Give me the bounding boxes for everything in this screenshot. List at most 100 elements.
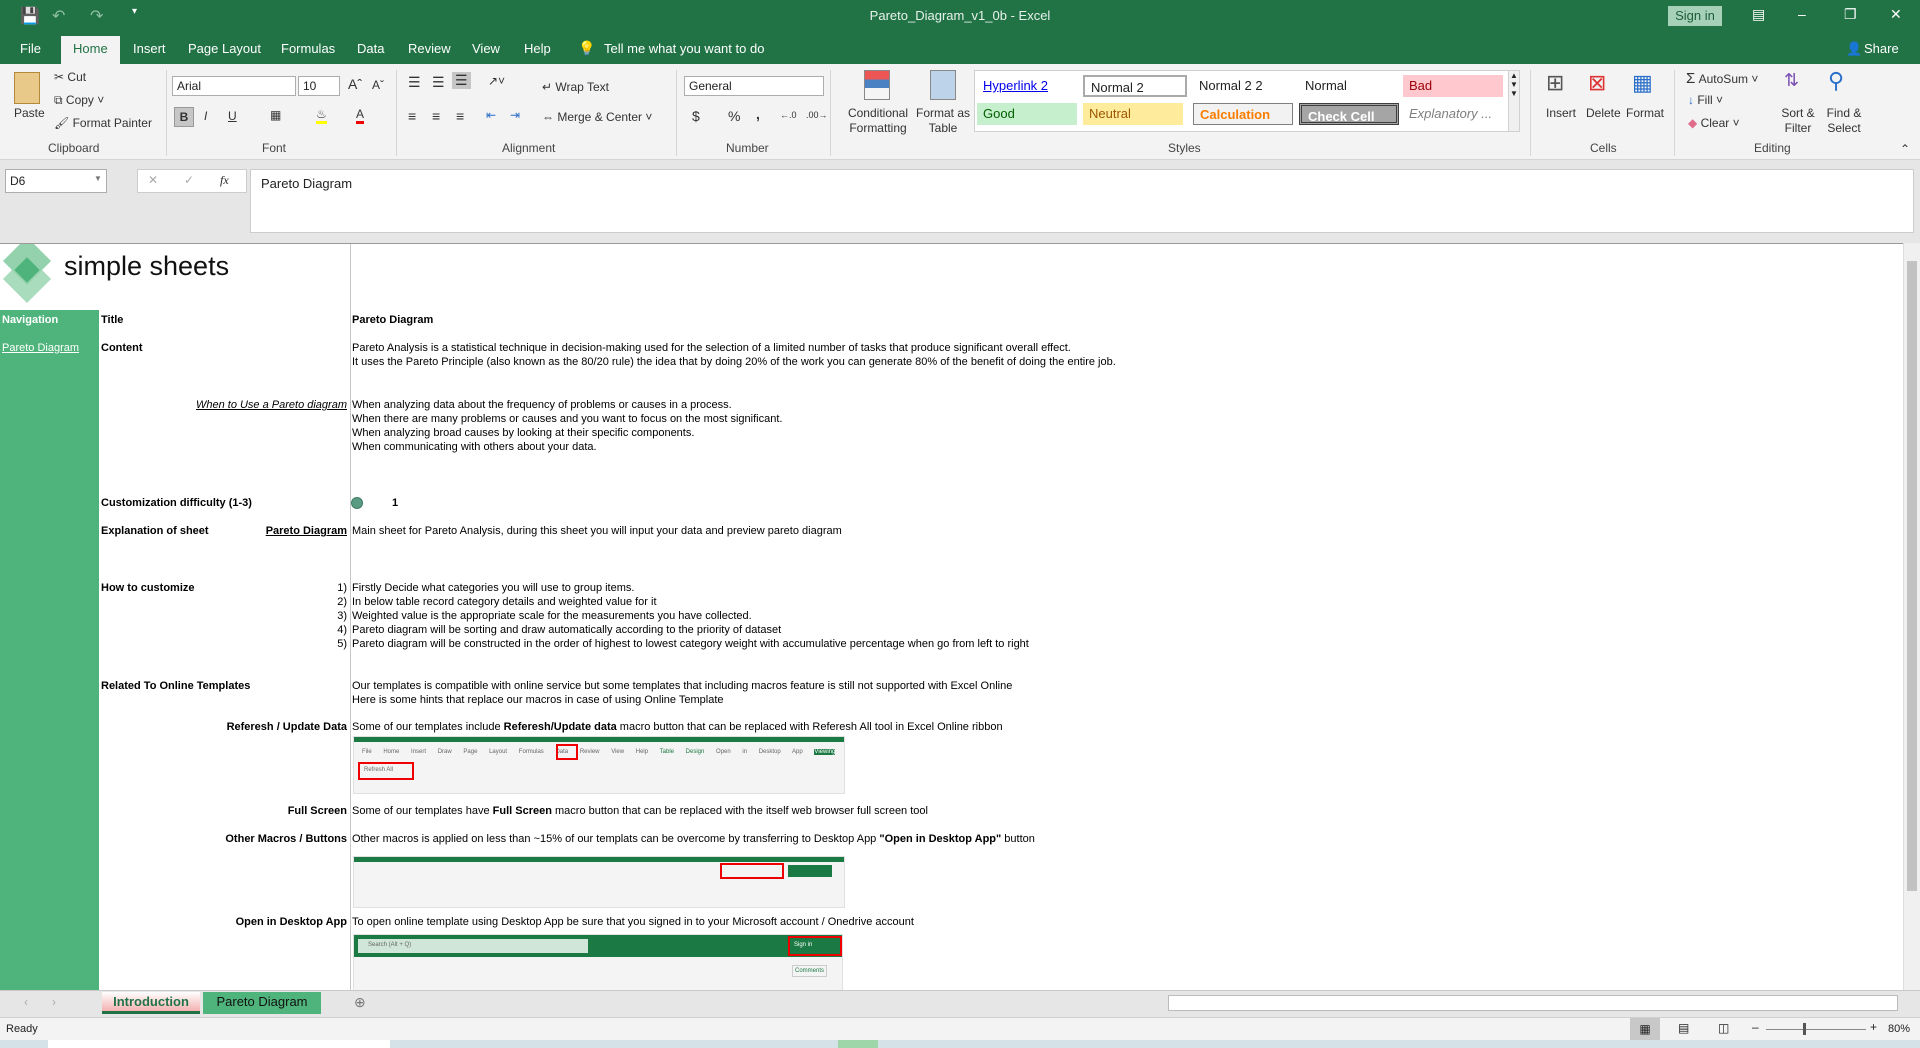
copy-button[interactable]: ⧉ Copy ˅ (54, 93, 104, 108)
currency-button[interactable]: $ (692, 108, 700, 124)
bottom-align-icon[interactable]: ☰ (452, 72, 471, 89)
style-check-cell[interactable]: Check Cell (1299, 103, 1399, 125)
other-macros-text: Other macros is applied on less than ~15… (352, 833, 1035, 845)
zoom-slider-thumb[interactable] (1803, 1023, 1806, 1035)
merge-center-button[interactable]: ⇔ Merge & Center ˅ (542, 110, 652, 124)
comma-button[interactable]: , (756, 106, 760, 122)
prev-sheet-icon[interactable]: ‹ (24, 995, 28, 1009)
style-normal-2-2[interactable]: Normal 2 2 (1193, 75, 1293, 97)
italic-button[interactable]: I (204, 109, 207, 123)
page-break-view-icon[interactable]: ◫ (1718, 1021, 1729, 1035)
font-color-icon[interactable]: A (356, 107, 365, 124)
sheet-tab-introduction[interactable]: Introduction (102, 992, 200, 1014)
tab-data[interactable]: Data (347, 36, 394, 64)
mini-tab: Insert (411, 749, 427, 755)
page-layout-view-icon[interactable]: ▤ (1678, 1021, 1689, 1035)
vertical-scrollbar[interactable] (1903, 243, 1920, 990)
restore-icon[interactable]: ❐ (1844, 6, 1857, 23)
add-sheet-icon[interactable]: ⊕ (354, 994, 366, 1011)
style-bad[interactable]: Bad (1403, 75, 1503, 97)
delete-cells-button[interactable]: Delete (1586, 106, 1621, 120)
style-normal-2[interactable]: Normal 2 (1083, 75, 1187, 97)
tab-insert[interactable]: Insert (123, 36, 176, 64)
styles-gallery-scroll[interactable]: ▲ ▼ ▼ (1508, 70, 1520, 132)
increase-decimal-icon[interactable]: ←.0 (780, 110, 797, 120)
decrease-indent-icon[interactable]: ⇤ (486, 108, 496, 122)
style-calculation[interactable]: Calculation (1193, 103, 1293, 125)
style-good[interactable]: Good (977, 103, 1077, 125)
formula-bar: D6 ▼ ✕ ✓ fx Pareto Diagram (0, 160, 1920, 240)
underline-button[interactable]: U (228, 109, 237, 123)
format-cells-button[interactable]: Format (1626, 106, 1664, 120)
tell-me-search[interactable]: Tell me what you want to do (594, 36, 774, 64)
enter-icon[interactable]: ✓ (184, 173, 194, 187)
share-button[interactable]: Share (1860, 36, 1903, 64)
middle-align-icon[interactable]: ☰ (432, 74, 445, 91)
align-center-icon[interactable]: ≡ (432, 108, 440, 124)
minimize-icon[interactable]: – (1798, 6, 1806, 22)
insert-cells-button[interactable]: Insert (1546, 106, 1576, 120)
style-neutral[interactable]: Neutral (1083, 103, 1183, 125)
name-box-dropdown-icon[interactable]: ▼ (94, 174, 102, 183)
tab-page-layout[interactable]: Page Layout (178, 36, 271, 64)
ribbon-display-icon[interactable]: ▤ (1752, 6, 1765, 23)
close-icon[interactable]: ✕ (1890, 6, 1902, 23)
autosum-button[interactable]: Σ AutoSum ˅ (1686, 70, 1758, 87)
zoom-in-icon[interactable]: + (1870, 1020, 1877, 1034)
explanation-link[interactable]: Pareto Diagram (97, 525, 347, 537)
bold-button[interactable]: B (174, 107, 194, 127)
font-size-select[interactable]: 10 (298, 76, 340, 96)
when-to-use-link[interactable]: When to Use a Pareto diagram (97, 399, 347, 411)
tab-home[interactable]: Home (61, 36, 120, 64)
format-painter-label: Format Painter (72, 116, 152, 130)
cut-button[interactable]: ✂ Cut (54, 70, 86, 84)
tab-review[interactable]: Review (398, 36, 461, 64)
percent-button[interactable]: % (728, 108, 740, 124)
format-painter-button[interactable]: 🖌 Format Painter (54, 116, 152, 130)
align-left-icon[interactable]: ≡ (408, 108, 416, 124)
cancel-icon[interactable]: ✕ (148, 173, 158, 187)
tab-help[interactable]: Help (514, 36, 561, 64)
number-format-select[interactable]: General (684, 76, 824, 96)
tab-view[interactable]: View (462, 36, 510, 64)
wrap-text-button[interactable]: ↵ Wrap Text (542, 80, 609, 94)
tab-file[interactable]: File (10, 36, 51, 64)
increase-font-icon[interactable]: Aˆ (348, 76, 362, 92)
sign-in-button[interactable]: Sign in (1668, 6, 1722, 26)
mini-tab: Page Layout (463, 749, 508, 755)
tab-formulas[interactable]: Formulas (271, 36, 345, 64)
align-right-icon[interactable]: ≡ (456, 108, 464, 124)
clear-button[interactable]: ◆ Clear ˅ (1688, 116, 1740, 130)
format-as-table-button[interactable]: Format as Table (914, 106, 972, 136)
style-hyperlink-2[interactable]: Hyperlink 2 (977, 75, 1077, 97)
next-sheet-icon[interactable]: › (52, 995, 56, 1009)
collapse-ribbon-icon[interactable]: ⌃ (1900, 142, 1910, 156)
orientation-icon[interactable]: ↗˅ (488, 74, 505, 88)
paste-button[interactable]: Paste (14, 106, 45, 120)
zoom-out-icon[interactable]: – (1752, 1020, 1759, 1034)
horizontal-scrollbar[interactable] (1168, 995, 1898, 1011)
insert-function-icon[interactable]: fx (220, 173, 229, 188)
formula-input[interactable]: Pareto Diagram (250, 169, 1914, 233)
top-align-icon[interactable]: ☰ (408, 74, 421, 91)
font-group-label: Font (262, 141, 287, 155)
decrease-decimal-icon[interactable]: .00→ (806, 110, 828, 120)
font-name-select[interactable]: Arial (172, 76, 296, 96)
find-select-button[interactable]: Find & Select (1822, 106, 1866, 136)
fill-color-icon[interactable]: ♨ (316, 107, 327, 124)
conditional-formatting-button[interactable]: Conditional Formatting (844, 106, 912, 136)
zoom-slider[interactable] (1766, 1029, 1866, 1030)
name-box[interactable]: D6 (5, 169, 107, 193)
borders-icon[interactable]: ▦ (270, 108, 281, 122)
style-explanatory[interactable]: Explanatory ... (1403, 103, 1503, 125)
sign-in-screenshot: Search (Alt + Q) Sign in Comments (353, 934, 843, 990)
scissors-icon: ✂ (54, 70, 65, 84)
fill-button[interactable]: ↓ Fill ˅ (1688, 93, 1723, 107)
nav-link-pareto-diagram[interactable]: Pareto Diagram (2, 342, 79, 354)
increase-indent-icon[interactable]: ⇥ (510, 108, 520, 122)
style-normal[interactable]: Normal (1299, 75, 1399, 97)
normal-view-icon[interactable]: ▦ (1630, 1018, 1660, 1040)
sheet-tab-pareto-diagram[interactable]: Pareto Diagram (203, 992, 321, 1014)
sort-filter-button[interactable]: Sort & Filter (1776, 106, 1820, 136)
decrease-font-icon[interactable]: Aˇ (372, 78, 384, 92)
